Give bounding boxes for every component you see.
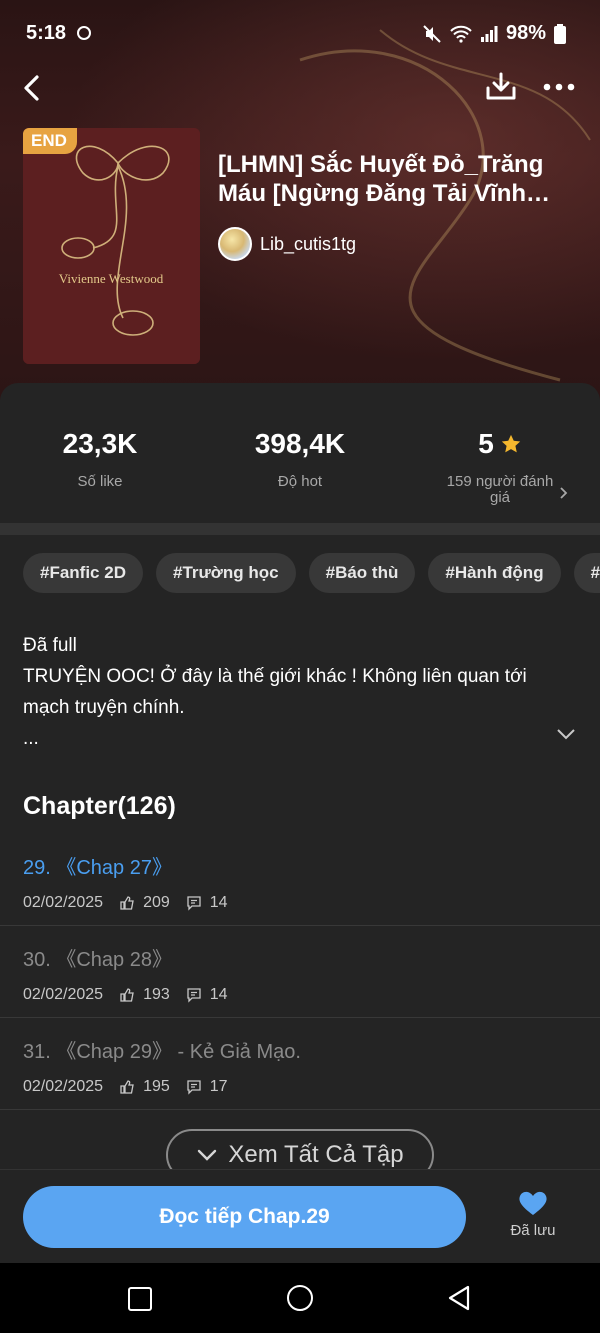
chapter-date: 02/02/2025	[23, 1078, 104, 1095]
chevron-down-icon	[198, 1149, 217, 1161]
stat-rating[interactable]: 5 159 người đánh giá	[400, 428, 600, 506]
mute-icon	[423, 24, 441, 43]
saved-button[interactable]: Đã lưu	[505, 1190, 561, 1239]
chapter-title: 31. 《Chap 29》 - Kẻ Giả Mạo.	[23, 1041, 301, 1063]
bottom-action-bar: Đọc tiếp Chap.29 Đã lưu	[0, 1169, 600, 1263]
nav-back-icon[interactable]	[446, 1284, 472, 1312]
star-icon	[501, 434, 520, 453]
tag-chip[interactable]: #S	[573, 553, 600, 593]
chapter-date: 02/02/2025	[23, 986, 104, 1003]
description-line-2: TRUYỆN OOC! Ở đây là thế giới khác ! Khô…	[23, 666, 527, 718]
wifi-icon	[450, 25, 472, 43]
chapter-comments: 14	[209, 894, 228, 911]
section-divider	[0, 523, 600, 535]
continue-reading-button[interactable]: Đọc tiếp Chap.29	[23, 1186, 466, 1248]
description[interactable]: Đã full TRUYỆN OOC! Ở đây là thế giới kh…	[23, 630, 563, 754]
stat-likes: 23,3K Số like	[0, 428, 200, 490]
battery-percent: 98%	[505, 22, 546, 44]
chapter-likes: 209	[143, 894, 170, 911]
comment-icon	[187, 1080, 201, 1095]
stats-row: 23,3K Số like 398,4K Độ hot 5 159 người …	[0, 428, 600, 518]
author-name[interactable]: Lib_cutis1tg	[260, 234, 356, 255]
book-cover[interactable]: Vivienne Westwood	[23, 128, 200, 364]
author-avatar[interactable]	[218, 227, 252, 261]
description-line-1: Đã full	[23, 635, 77, 656]
chapter-date: 02/02/2025	[23, 894, 104, 911]
cover-illustration: Vivienne Westwood	[23, 128, 200, 364]
signal-icon	[480, 25, 498, 42]
system-navigation-bar	[0, 1263, 600, 1333]
back-icon[interactable]	[16, 72, 48, 104]
chapter-likes: 195	[143, 1078, 170, 1095]
chapter-title: 29. 《Chap 27》	[23, 857, 172, 879]
status-bar: 5:18 98%	[0, 18, 600, 52]
status-dot-icon	[77, 26, 91, 40]
comment-icon	[187, 896, 201, 911]
book-title: [LHMN] Sắc Huyết Đỏ_Trăng Máu [Ngừng Đăn…	[218, 151, 544, 207]
likes-label: Số like	[77, 473, 123, 490]
like-icon	[120, 988, 134, 1002]
description-line-3: ...	[23, 728, 39, 749]
tag-chip[interactable]: #Báo thù	[308, 553, 416, 593]
rating-label: 159 người đánh giá	[446, 473, 554, 506]
hot-value: 398,4K	[254, 428, 346, 459]
end-badge: END	[23, 128, 77, 154]
see-all-label: Xem Tất Cả Tập	[228, 1141, 404, 1168]
saved-label: Đã lưu	[510, 1222, 556, 1239]
chapter-item[interactable]: 31. 《Chap 29》 - Kẻ Giả Mạo. 02/02/2025 1…	[0, 1018, 600, 1110]
chevron-right-icon[interactable]	[558, 486, 570, 500]
likes-value: 23,3K	[62, 428, 138, 459]
chapter-likes: 193	[143, 986, 170, 1003]
home-icon[interactable]	[287, 1285, 313, 1311]
battery-icon	[554, 23, 566, 44]
chapter-item[interactable]: 30. 《Chap 28》 02/02/2025 193 14	[0, 926, 600, 1018]
chapter-item[interactable]: 29. 《Chap 27》 02/02/2025 209 14	[0, 834, 600, 926]
chapter-comments: 14	[209, 986, 228, 1003]
top-navigation	[0, 66, 600, 110]
recent-apps-icon[interactable]	[128, 1287, 152, 1311]
chapter-comments: 17	[209, 1078, 228, 1095]
heart-icon	[519, 1191, 547, 1215]
chevron-down-icon[interactable]	[556, 726, 576, 742]
rating-value: 5	[478, 428, 494, 459]
cover-brand-text: Vivienne Westwood	[59, 271, 164, 286]
tag-list: #Fanfic 2D #Trường học #Báo thù #Hành độ…	[23, 553, 600, 593]
status-time: 5:18	[26, 22, 67, 44]
hot-label: Độ hot	[277, 473, 323, 490]
tag-chip[interactable]: #Fanfic 2D	[23, 553, 143, 593]
author-row[interactable]: Lib_cutis1tg	[218, 227, 356, 261]
more-icon[interactable]	[542, 72, 576, 102]
like-icon	[120, 1080, 134, 1094]
stat-hot: 398,4K Độ hot	[200, 428, 400, 490]
download-icon[interactable]	[484, 70, 518, 104]
tag-chip[interactable]: #Trường học	[155, 553, 296, 593]
like-icon	[120, 896, 134, 910]
chapter-title: 30. 《Chap 28》	[23, 949, 172, 971]
tag-chip[interactable]: #Hành động	[428, 553, 561, 593]
chapters-header: Chapter(126)	[23, 792, 176, 820]
comment-icon	[187, 988, 201, 1003]
